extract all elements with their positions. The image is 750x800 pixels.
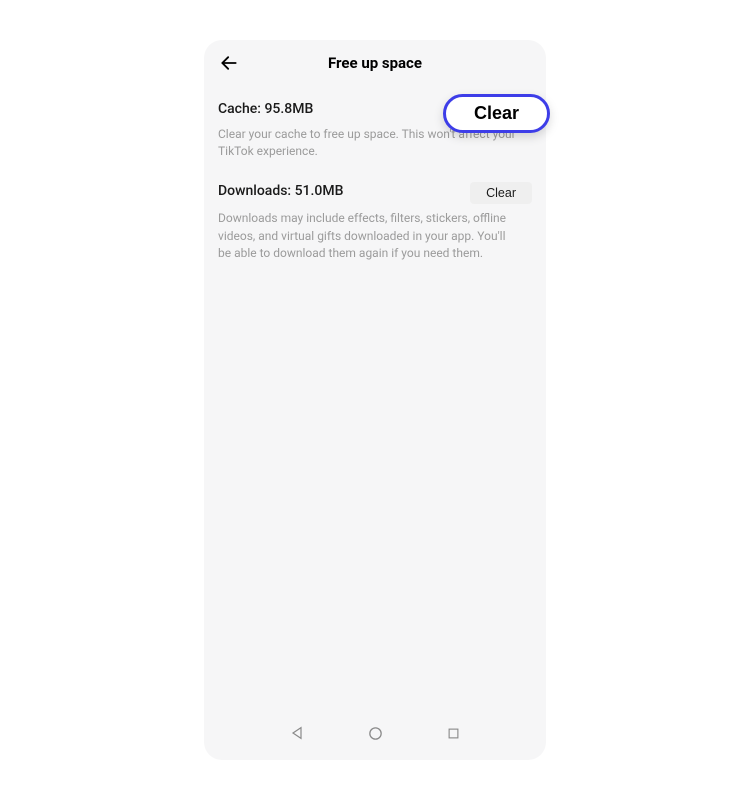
nav-recent-icon[interactable]: [444, 724, 462, 742]
content-area: Cache: 95.8MB Clear Clear your cache to …: [204, 86, 546, 712]
cache-section: Cache: 95.8MB Clear Clear your cache to …: [218, 100, 532, 160]
nav-back-icon[interactable]: [288, 724, 306, 742]
downloads-section: Downloads: 51.0MB Clear Downloads may in…: [218, 182, 532, 262]
header-bar: Free up space: [204, 40, 546, 86]
downloads-description: Downloads may include effects, filters, …: [218, 210, 518, 262]
back-arrow-icon[interactable]: [218, 52, 240, 74]
phone-screen: Free up space Cache: 95.8MB Clear Clear …: [204, 40, 546, 760]
clear-cache-button[interactable]: Clear: [443, 94, 550, 133]
page-title: Free up space: [328, 54, 422, 72]
clear-downloads-button[interactable]: Clear: [470, 182, 532, 204]
nav-home-icon[interactable]: [366, 724, 384, 742]
cache-title: Cache: 95.8MB: [218, 100, 313, 120]
downloads-title: Downloads: 51.0MB: [218, 182, 343, 202]
android-nav-bar: [204, 712, 546, 760]
